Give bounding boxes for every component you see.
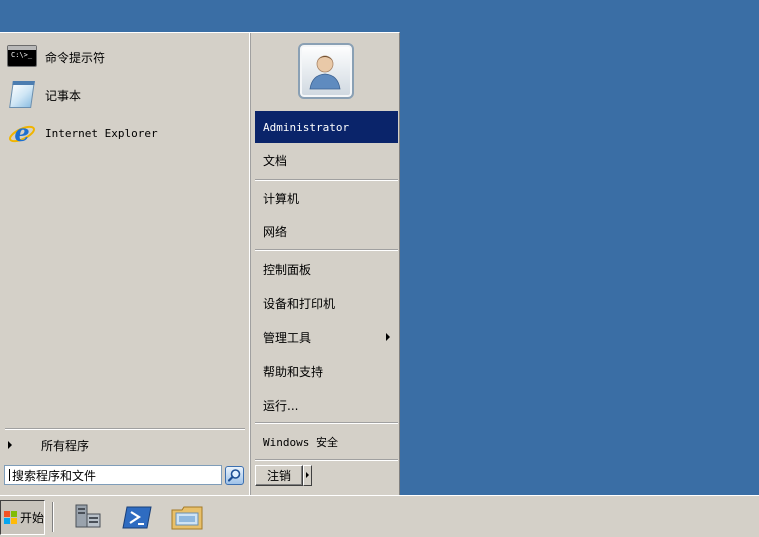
logoff-button[interactable]: 注销 <box>255 465 303 486</box>
places-item-network[interactable]: 网络 <box>255 215 398 247</box>
program-label: 命令提示符 <box>45 50 106 65</box>
places-item-label: 管理工具 <box>263 330 312 345</box>
places-item-help-support[interactable]: 帮助和支持 <box>255 355 398 387</box>
places-item-admin-tools[interactable]: 管理工具 <box>255 321 398 353</box>
windows-logo-icon <box>4 510 18 525</box>
search-input[interactable]: 搜索程序和文件 <box>4 465 222 485</box>
divider <box>52 502 54 532</box>
user-avatar-icon[interactable] <box>298 43 354 99</box>
start-label: 开始 <box>20 511 45 525</box>
places-item-control-panel[interactable]: 控制面板 <box>255 253 398 285</box>
places-item-devices-printers[interactable]: 设备和打印机 <box>255 287 398 319</box>
chevron-right-icon <box>306 472 309 478</box>
program-item-notepad[interactable]: 记事本 <box>4 77 244 113</box>
divider <box>255 459 398 461</box>
cmd-icon: C:\>_ <box>6 41 38 73</box>
search-icon <box>227 469 241 482</box>
search-placeholder: 搜索程序和文件 <box>12 468 97 483</box>
places-item-run[interactable]: 运行... <box>255 389 398 421</box>
search-button[interactable] <box>225 466 244 485</box>
divider <box>5 428 245 430</box>
notepad-icon <box>6 79 38 111</box>
all-programs-button[interactable]: 所有程序 <box>4 434 244 456</box>
taskbar: 开始 <box>0 495 759 537</box>
program-item-command-prompt[interactable]: C:\>_ 命令提示符 <box>4 39 244 75</box>
places-item-administrator[interactable]: Administrator <box>255 111 398 143</box>
svg-text:e: e <box>14 119 29 147</box>
ie-icon: e <box>6 117 38 149</box>
chevron-right-icon <box>386 333 390 341</box>
start-button[interactable]: 开始 <box>0 500 45 535</box>
text-caret <box>9 469 10 481</box>
places-item-computer[interactable]: 计算机 <box>255 182 398 214</box>
all-programs-label: 所有程序 <box>41 438 90 453</box>
server-manager-icon[interactable] <box>72 502 104 532</box>
chevron-right-icon <box>8 441 12 449</box>
divider <box>255 422 398 424</box>
program-label: 记事本 <box>45 88 82 103</box>
start-menu-places-pane: Administrator 文档 计算机 网络 控制面板 设备和打印机 管理工具… <box>251 33 399 496</box>
program-item-internet-explorer[interactable]: e Internet Explorer <box>4 115 244 151</box>
places-item-documents[interactable]: 文档 <box>255 144 398 176</box>
shutdown-options-button[interactable] <box>303 465 312 486</box>
start-menu-programs-pane: C:\>_ 命令提示符 记事本 e Internet Explorer 所有程序 <box>0 33 249 460</box>
explorer-folder-icon[interactable] <box>170 502 203 532</box>
divider <box>255 249 398 251</box>
start-menu: C:\>_ 命令提示符 记事本 e Internet Explorer 所有程序… <box>0 32 400 496</box>
divider <box>255 179 398 181</box>
places-item-windows-security[interactable]: Windows 安全 <box>255 426 398 458</box>
powershell-icon[interactable] <box>121 502 153 532</box>
program-label: Internet Explorer <box>45 126 158 140</box>
